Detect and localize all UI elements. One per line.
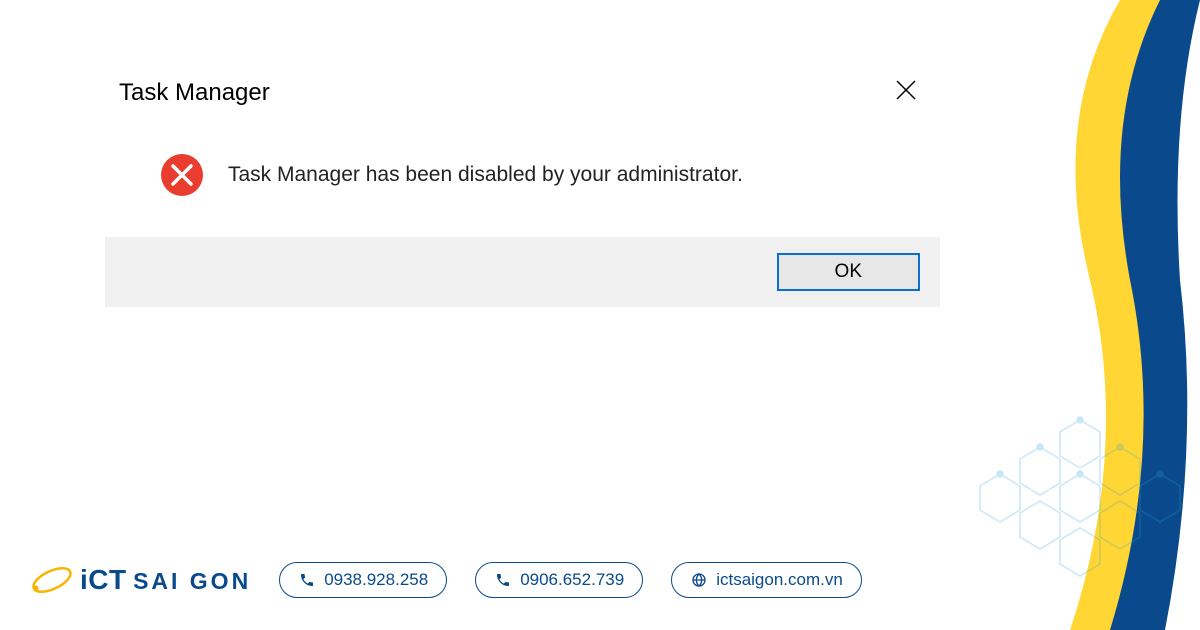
dialog-message: Task Manager has been disabled by your a…: [228, 163, 743, 187]
website-text: ictsaigon.com.vn: [716, 570, 843, 590]
phone-2-text: 0906.652.739: [520, 570, 624, 590]
website-pill[interactable]: ictsaigon.com.vn: [671, 562, 862, 598]
globe-icon: [690, 571, 708, 589]
dialog-content: Task Manager has been disabled by your a…: [105, 123, 940, 237]
logo: iCT SAI GON: [30, 558, 251, 602]
branding-bar: iCT SAI GON 0938.928.258 0906.652.739 ic…: [30, 558, 862, 602]
logo-text: iCT SAI GON: [80, 564, 251, 596]
task-manager-dialog: Task Manager Task Manager has been disab…: [105, 70, 940, 307]
ok-button[interactable]: OK: [777, 253, 920, 291]
close-icon[interactable]: [886, 78, 926, 107]
error-icon: [160, 153, 204, 197]
dialog-footer: OK: [105, 237, 940, 307]
logo-saigon-text: SAI GON: [133, 568, 251, 594]
titlebar: Task Manager: [105, 70, 940, 123]
phone-1-text: 0938.928.258: [324, 570, 428, 590]
phone-icon: [494, 571, 512, 589]
dialog-title: Task Manager: [119, 79, 270, 107]
logo-swoosh-icon: [30, 558, 74, 602]
phone-2-pill[interactable]: 0906.652.739: [475, 562, 643, 598]
phone-1-pill[interactable]: 0938.928.258: [279, 562, 447, 598]
phone-icon: [298, 571, 316, 589]
decorative-hexagons: [920, 390, 1200, 590]
decorative-curves: [1000, 0, 1200, 630]
logo-ict-text: iCT: [80, 564, 127, 595]
